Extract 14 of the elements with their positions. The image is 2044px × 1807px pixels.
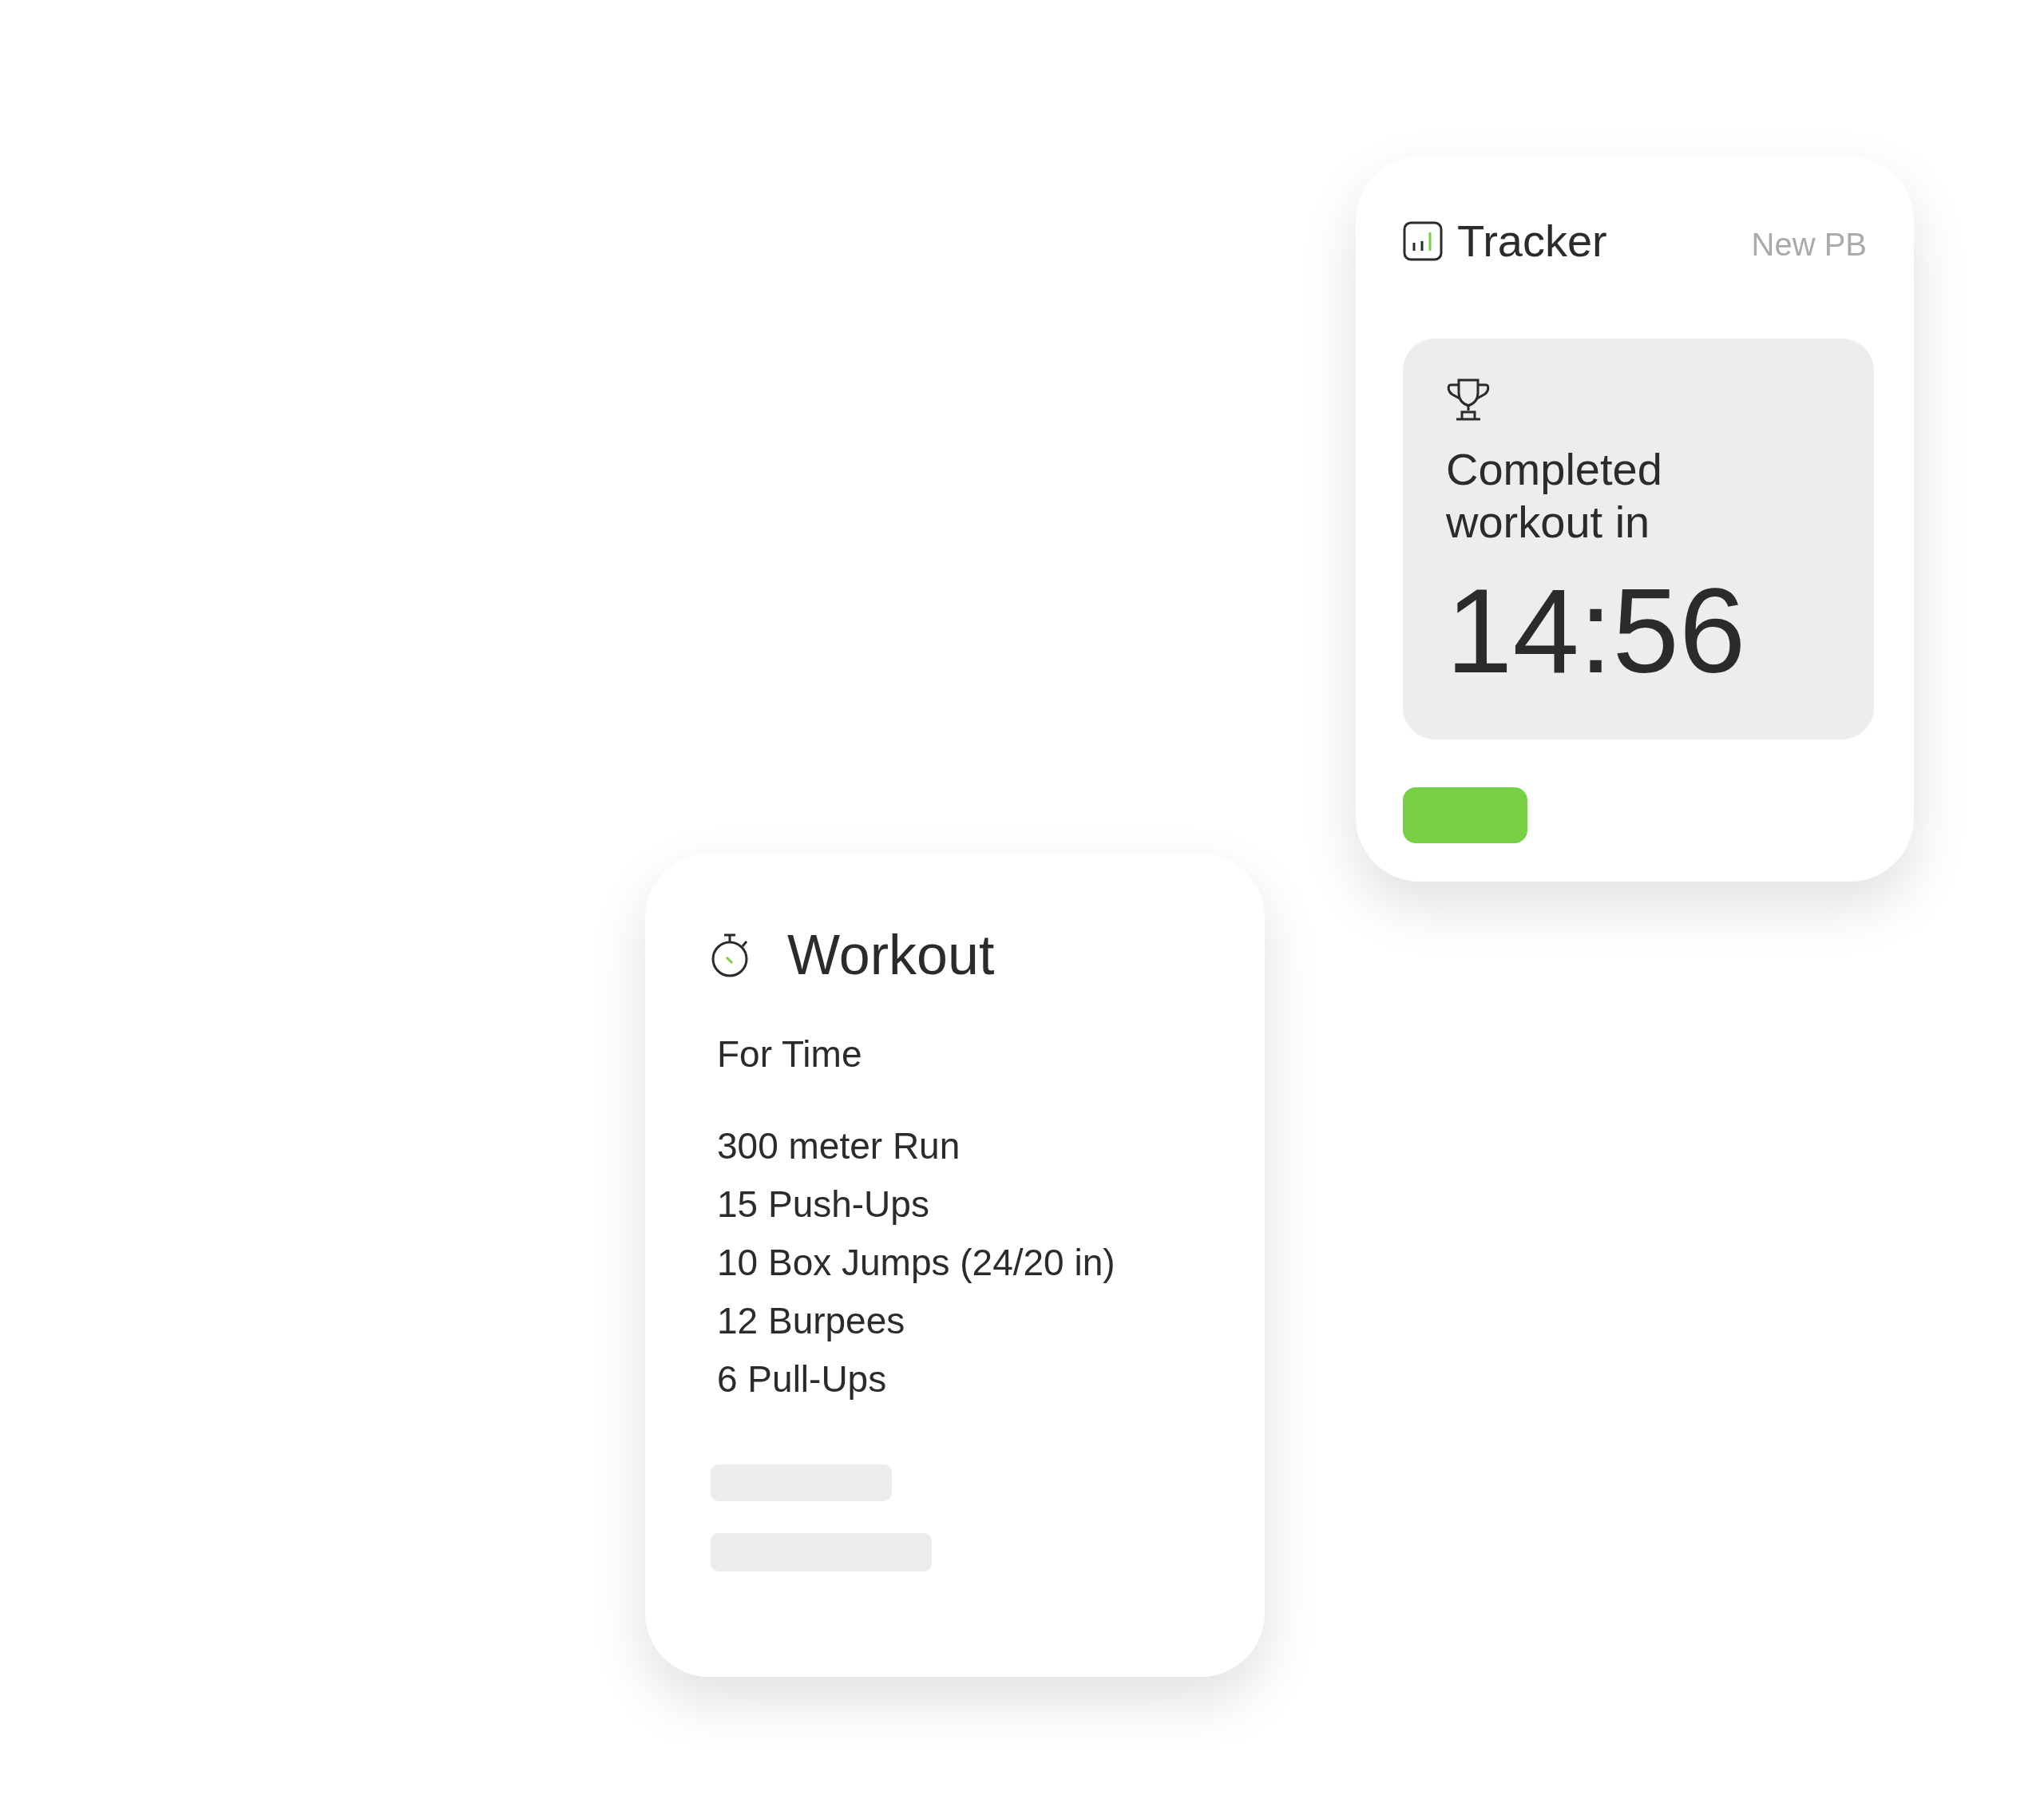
movement-item: 10 Box Jumps (24/20 in) (717, 1241, 1116, 1285)
card-title: Workout (787, 927, 995, 983)
action-button[interactable] (1403, 787, 1527, 843)
workout-format: For Time (717, 1036, 863, 1072)
movement-item: 12 Burpees (717, 1299, 906, 1343)
completion-message: Completed workout in (1446, 443, 1663, 549)
trophy-icon (1446, 378, 1491, 421)
bar-chart-icon (1403, 221, 1443, 261)
movement-item: 6 Pull-Ups (717, 1357, 888, 1401)
badge-label: New PB (1751, 228, 1867, 260)
movement-item: 300 meter Run (717, 1124, 961, 1168)
card-title: Tracker (1457, 219, 1607, 264)
finish-time: 14:56 (1446, 571, 1747, 691)
movement-item: 15 Push-Ups (717, 1183, 930, 1226)
